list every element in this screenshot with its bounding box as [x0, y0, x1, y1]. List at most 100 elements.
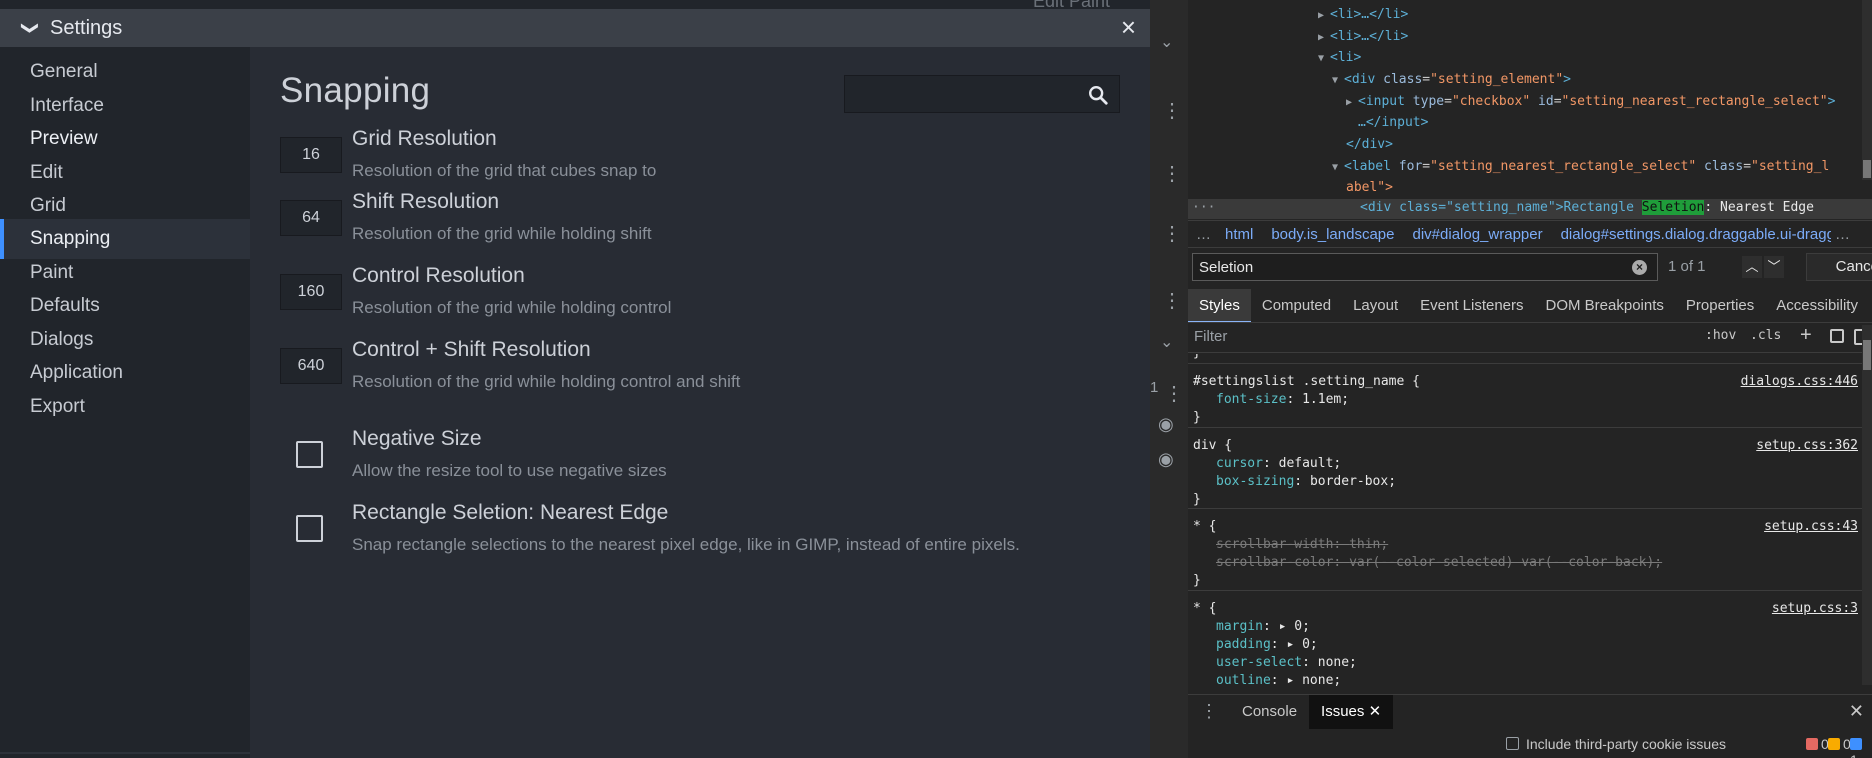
scrollbar-thumb[interactable]	[1863, 160, 1871, 178]
chevron-up-icon[interactable]: ︿	[1742, 256, 1762, 278]
tab-accessibility[interactable]: Accessibility	[1765, 289, 1869, 322]
drag-handle-icon[interactable]: ⋮	[1162, 224, 1182, 244]
setting-shift-resolution: 64 Shift Resolution Resolution of the gr…	[280, 190, 1140, 260]
nav-label: Snapping	[30, 228, 111, 249]
close-icon[interactable]: ✕	[1369, 703, 1382, 720]
class-toggle[interactable]: .cls	[1750, 328, 1781, 343]
dialog-titlebar[interactable]: ❯ Settings ×	[0, 9, 1150, 47]
chevron-down-icon[interactable]: ⌄	[1160, 332, 1173, 352]
chevron-down-icon[interactable]: ﹀	[1764, 256, 1784, 278]
rule-selector[interactable]: * {	[1193, 519, 1216, 534]
expand-triangle-icon[interactable]: ▶	[1318, 10, 1330, 21]
chevron-down-icon[interactable]: ❯	[20, 20, 40, 36]
drag-handle-icon[interactable]: ⋮	[1162, 101, 1182, 121]
scrollbar[interactable]	[1862, 0, 1872, 180]
expand-triangle-icon[interactable]: ▶	[1318, 32, 1330, 43]
info-count[interactable]: 1	[1850, 736, 1872, 758]
expand-triangle-icon[interactable]: ▶	[1346, 97, 1358, 108]
search-input[interactable]	[845, 76, 1075, 112]
rule-source-link[interactable]: dialogs.css:446	[1741, 374, 1858, 389]
scrollbar[interactable]	[1862, 325, 1872, 685]
eye-icon[interactable]: ◉	[1158, 449, 1174, 470]
drag-handle-icon[interactable]: ⋮	[1162, 291, 1182, 311]
dom-attr: type	[1412, 94, 1445, 109]
rule-selector[interactable]: #settingslist .setting_name {	[1193, 374, 1420, 389]
dom-node[interactable]: ▶ <li>…</li>	[1318, 7, 1408, 22]
breadcrumb-item[interactable]: div#dialog_wrapper	[1413, 226, 1543, 243]
style-property-overridden[interactable]: scrollbar-color: var(--color-selected) v…	[1216, 555, 1662, 570]
breadcrumb-item[interactable]: body.is_landscape	[1271, 226, 1394, 243]
eye-icon[interactable]: ◉	[1158, 414, 1174, 435]
rule-source-link[interactable]: setup.css:3	[1772, 601, 1858, 616]
close-icon[interactable]: ✕	[1849, 701, 1864, 722]
plus-icon[interactable]: +	[1800, 324, 1812, 347]
tab-computed[interactable]: Computed	[1251, 289, 1342, 322]
number-input[interactable]: 16	[280, 137, 342, 173]
collapse-triangle-icon[interactable]: ▼	[1318, 53, 1330, 64]
rule-source-link[interactable]: setup.css:362	[1756, 438, 1858, 453]
rule-source-link[interactable]: setup.css:43	[1764, 519, 1858, 534]
style-property[interactable]: font-size: 1.1em;	[1216, 392, 1349, 407]
breadcrumb-item[interactable]: html	[1225, 226, 1253, 243]
hover-state-toggle[interactable]: :hov	[1705, 328, 1736, 343]
style-property[interactable]: outline: ▸ none;	[1216, 673, 1341, 688]
style-property[interactable]: padding: ▸ 0;	[1216, 637, 1318, 652]
drag-handle-icon[interactable]: ⋮	[1162, 164, 1182, 184]
chevron-down-icon[interactable]: ⌄	[1160, 32, 1173, 52]
more-icon[interactable]: …	[1831, 225, 1854, 243]
setting-name: Control Resolution	[352, 264, 525, 287]
dom-node[interactable]: ▶ <li>…</li>	[1318, 29, 1408, 44]
style-property[interactable]: margin: ▸ 0;	[1216, 619, 1310, 634]
dom-node[interactable]: ▼ <div class="setting_element">	[1332, 72, 1571, 87]
property-name: user-select	[1216, 655, 1303, 670]
nav-item-export[interactable]: Export	[0, 387, 250, 427]
drag-handle-icon[interactable]: ⋮	[1164, 384, 1184, 404]
filter-input[interactable]: Filter	[1194, 328, 1227, 345]
scrollbar-thumb[interactable]	[1863, 340, 1871, 370]
number-input[interactable]: 64	[280, 200, 342, 236]
collapse-triangle-icon[interactable]: ▼	[1332, 75, 1344, 86]
tab-styles[interactable]: Styles	[1188, 289, 1251, 322]
checkbox[interactable]	[1506, 737, 1519, 750]
rule-selector[interactable]: div {	[1193, 438, 1232, 453]
cancel-button[interactable]: Cancel	[1806, 253, 1872, 281]
tab-properties[interactable]: Properties	[1675, 289, 1765, 322]
number-input[interactable]: 640	[280, 348, 342, 384]
tab-issues[interactable]: Issues ✕	[1309, 694, 1394, 729]
find-input[interactable]	[1193, 254, 1593, 280]
checkbox[interactable]	[296, 515, 323, 542]
tab-console[interactable]: Console	[1230, 695, 1309, 729]
warning-count[interactable]: 0	[1828, 736, 1851, 752]
setting-negative-size: Negative Size Allow the resize tool to u…	[280, 427, 1140, 497]
style-property[interactable]: box-sizing: border-box;	[1216, 474, 1396, 489]
property-name: scrollbar-width	[1216, 537, 1334, 552]
style-property[interactable]: user-select: none;	[1216, 655, 1357, 670]
setting-name: Control + Shift Resolution	[352, 338, 591, 361]
style-property-overridden[interactable]: scrollbar-width: thin;	[1216, 537, 1388, 552]
checkbox[interactable]	[296, 441, 323, 468]
more-icon[interactable]: …	[1196, 226, 1211, 243]
menu-icon[interactable]: ⋮	[1200, 701, 1218, 722]
style-rule: * { setup.css:43 scrollbar-width: thin; …	[1188, 509, 1862, 591]
number-input[interactable]: 160	[280, 274, 342, 310]
find-field[interactable]: ×	[1192, 253, 1658, 281]
tab-layout[interactable]: Layout	[1342, 289, 1409, 322]
dom-node[interactable]: ▼ <li>	[1318, 50, 1361, 65]
tab-dom-breakpoints[interactable]: DOM Breakpoints	[1535, 289, 1675, 322]
selected-dom-node[interactable]: ··· <div class="setting_name">Rectangle S…	[1188, 199, 1872, 219]
settings-search[interactable]	[844, 75, 1120, 113]
breadcrumb-item[interactable]: dialog#settings.dialog.draggable.ui-drag…	[1561, 226, 1835, 243]
dom-node[interactable]: ▶ <input type="checkbox" id="setting_near…	[1346, 94, 1835, 109]
close-icon[interactable]: ×	[1121, 14, 1136, 40]
paint-icon[interactable]	[1830, 329, 1844, 343]
collapse-triangle-icon[interactable]: ▼	[1332, 162, 1344, 173]
dom-node[interactable]: ▼ <label for="setting_nearest_rectangle_s…	[1332, 159, 1829, 174]
dom-tag: <li>…</li>	[1330, 29, 1409, 44]
style-property[interactable]: cursor: default;	[1216, 456, 1341, 471]
search-icon[interactable]	[1087, 84, 1109, 106]
error-count[interactable]: 0	[1806, 736, 1829, 752]
rule-selector[interactable]: * {	[1193, 601, 1216, 616]
clear-icon[interactable]: ×	[1632, 260, 1647, 275]
more-icon[interactable]: ···	[1192, 199, 1215, 217]
tab-event-listeners[interactable]: Event Listeners	[1409, 289, 1534, 322]
